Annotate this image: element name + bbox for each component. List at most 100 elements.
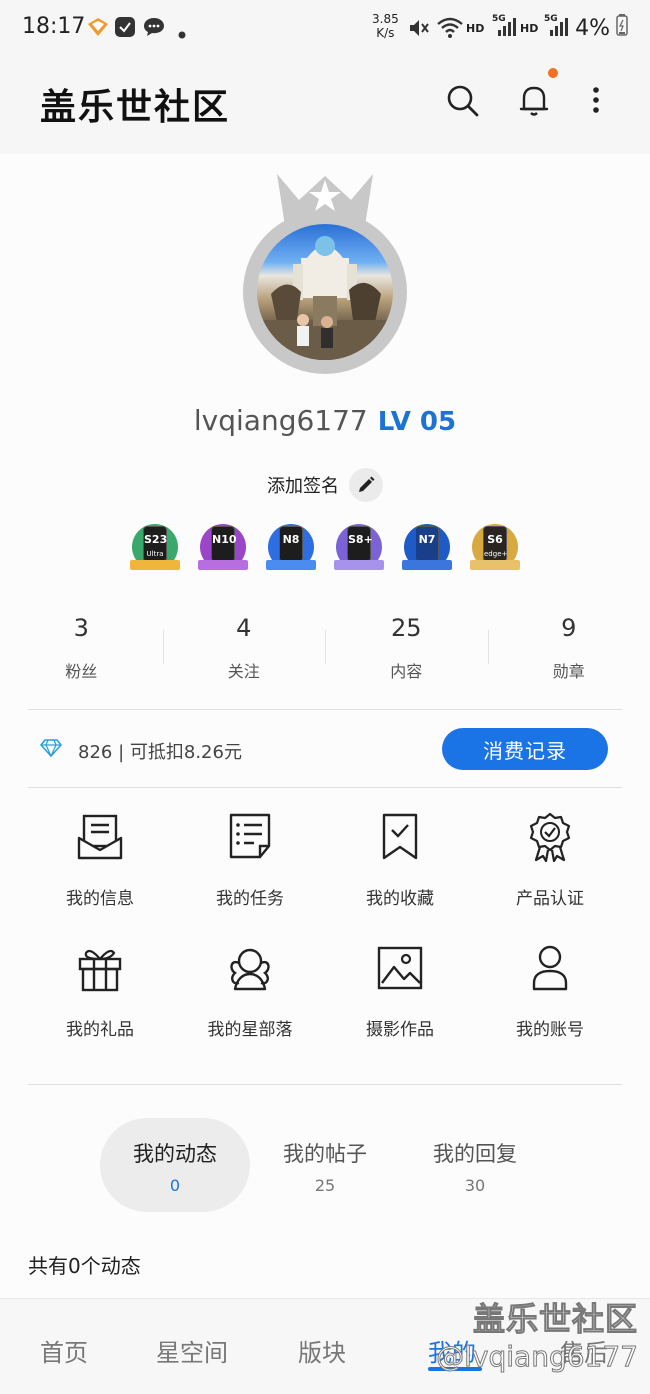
more-options-button[interactable] (576, 80, 616, 120)
certified-badge-icon (529, 812, 571, 862)
wifi-icon (436, 16, 464, 44)
menu-my-account[interactable]: 我的账号 (475, 943, 625, 1074)
divider (28, 709, 622, 710)
tab-label: 我的帖子 (283, 1142, 367, 1166)
badge-s23-ultra[interactable]: S23 Ultra (130, 522, 180, 576)
badge-ribbon (198, 560, 248, 570)
net-speed: 3.85 K/s (372, 12, 399, 40)
badge-phone: S6 edge+ (483, 526, 507, 562)
signal-icon-1 (496, 16, 516, 42)
chat-app-icon (114, 16, 136, 42)
username: lvqiang6177 (193, 404, 368, 437)
nav-home[interactable]: 首页 (40, 1333, 88, 1368)
menu-label: 我的星部落 (207, 1020, 293, 1040)
photo-icon (377, 946, 423, 990)
badge-n7[interactable]: N7 (402, 522, 452, 576)
badge-phone: N8 (279, 526, 303, 562)
badge-ribbon (266, 560, 316, 570)
menu-photography[interactable]: 摄影作品 (325, 943, 475, 1074)
app-title: 盖乐世社区 (40, 87, 231, 128)
stat-count: 3 (73, 614, 89, 642)
badge-s8-plus[interactable]: S8+ (334, 522, 384, 576)
avatar[interactable] (243, 170, 409, 374)
badge-ribbon (130, 560, 180, 570)
tribe-people-icon (230, 948, 270, 991)
badge-sub: Ultra (146, 550, 164, 558)
menu-label: 我的礼品 (66, 1020, 134, 1040)
avatar-photo (257, 224, 393, 360)
badge-n8[interactable]: N8 (266, 522, 316, 576)
tab-my-replies[interactable]: 我的回复 30 (400, 1118, 550, 1212)
points-balance: 826 | 可抵扣8.26元 (78, 742, 242, 763)
menu-label: 我的账号 (516, 1020, 584, 1040)
message-bubble-icon (142, 16, 166, 42)
stat-count: 9 (561, 614, 577, 642)
stat-medals[interactable]: 9 勋章 (487, 608, 650, 688)
consumption-record-button[interactable]: 消费记录 (442, 728, 608, 770)
edit-signature-button[interactable] (349, 468, 383, 502)
net-speed-unit: K/s (376, 26, 395, 40)
account-icon (532, 945, 568, 991)
app-bar: 盖乐世社区 (0, 56, 650, 154)
divider (28, 1084, 622, 1085)
stat-followers[interactable]: 3 粉丝 (0, 608, 163, 688)
bookmark-check-icon (382, 813, 418, 860)
signature-label: 添加签名 (267, 476, 339, 497)
badge-model: S23 (144, 533, 168, 546)
badge-s6-edge-plus[interactable]: S6 edge+ (470, 522, 520, 576)
stat-following[interactable]: 4 关注 (162, 608, 326, 688)
menu-product-certification[interactable]: 产品认证 (475, 812, 625, 943)
stat-content[interactable]: 25 内容 (325, 608, 488, 688)
badge-model: S8+ (348, 533, 373, 546)
menu-my-messages[interactable]: 我的信息 (25, 812, 175, 943)
badge-phone: N7 (415, 526, 439, 562)
menu-my-favorites[interactable]: 我的收藏 (325, 812, 475, 943)
badge-n10[interactable]: N10 (198, 522, 248, 576)
badge-sub: edge+ (484, 550, 508, 558)
diamond-icon (40, 739, 62, 757)
watermark-brand: 盖乐世社区 (472, 1300, 638, 1339)
stat-count: 4 (236, 614, 252, 642)
search-icon (447, 85, 479, 117)
stat-label: 关注 (227, 662, 260, 681)
tab-count: 25 (314, 1176, 336, 1195)
stat-label: 勋章 (552, 662, 585, 681)
menu-my-tasks[interactable]: 我的任务 (175, 812, 325, 943)
task-list-icon (229, 813, 271, 859)
app-notification-icon (86, 16, 110, 42)
clock: 18:17 (22, 14, 86, 39)
notification-button[interactable] (514, 68, 558, 120)
username-row: lvqiang6177 LV 05 (0, 404, 650, 437)
menu-my-gifts[interactable]: 我的礼品 (25, 943, 175, 1074)
nav-star-space[interactable]: 星空间 (156, 1333, 228, 1368)
battery-icon (616, 14, 628, 42)
points-row: 826 | 可抵扣8.26元 消费记录 (28, 728, 622, 772)
stats-row: 3 粉丝 4 关注 25 内容 9 勋章 (0, 608, 650, 688)
divider (28, 787, 622, 788)
hd-label-2: HD (520, 22, 539, 35)
status-bar: 18:17 3.85 K/s HD 5G HD 5G 4% (0, 0, 650, 56)
tab-my-posts[interactable]: 我的帖子 25 (250, 1118, 400, 1212)
nav-sections[interactable]: 版块 (298, 1333, 346, 1368)
tab-my-activity[interactable]: 我的动态 0 (100, 1118, 250, 1212)
menu-grid: 我的信息 我的任务 我的收藏 产品认证 我的礼品 我的星部落 摄影作品 我的账号 (25, 812, 625, 1074)
stat-count: 25 (390, 614, 422, 642)
battery-indicator: 4% (575, 14, 628, 42)
search-button[interactable] (442, 80, 482, 120)
activity-total: 共有0个动态 (28, 1254, 141, 1278)
tab-label: 我的回复 (433, 1142, 517, 1166)
menu-label: 我的收藏 (366, 889, 434, 909)
menu-label: 产品认证 (516, 889, 584, 909)
badge-model: N10 (212, 533, 237, 546)
gift-icon (78, 949, 122, 992)
stat-label: 粉丝 (65, 662, 98, 681)
menu-label: 摄影作品 (366, 1020, 434, 1040)
menu-my-tribe[interactable]: 我的星部落 (175, 943, 325, 1074)
mute-icon (406, 16, 430, 44)
badge-model: N7 (418, 533, 436, 546)
device-badges: S23 Ultra N10 N8 S8+ N7 S6 edge+ (130, 522, 522, 578)
signature-row[interactable]: 添加签名 (0, 468, 650, 502)
menu-label: 我的任务 (216, 889, 284, 909)
badge-phone: S23 Ultra (143, 526, 167, 562)
activity-tabs: 我的动态 0 我的帖子 25 我的回复 30 (100, 1118, 550, 1212)
